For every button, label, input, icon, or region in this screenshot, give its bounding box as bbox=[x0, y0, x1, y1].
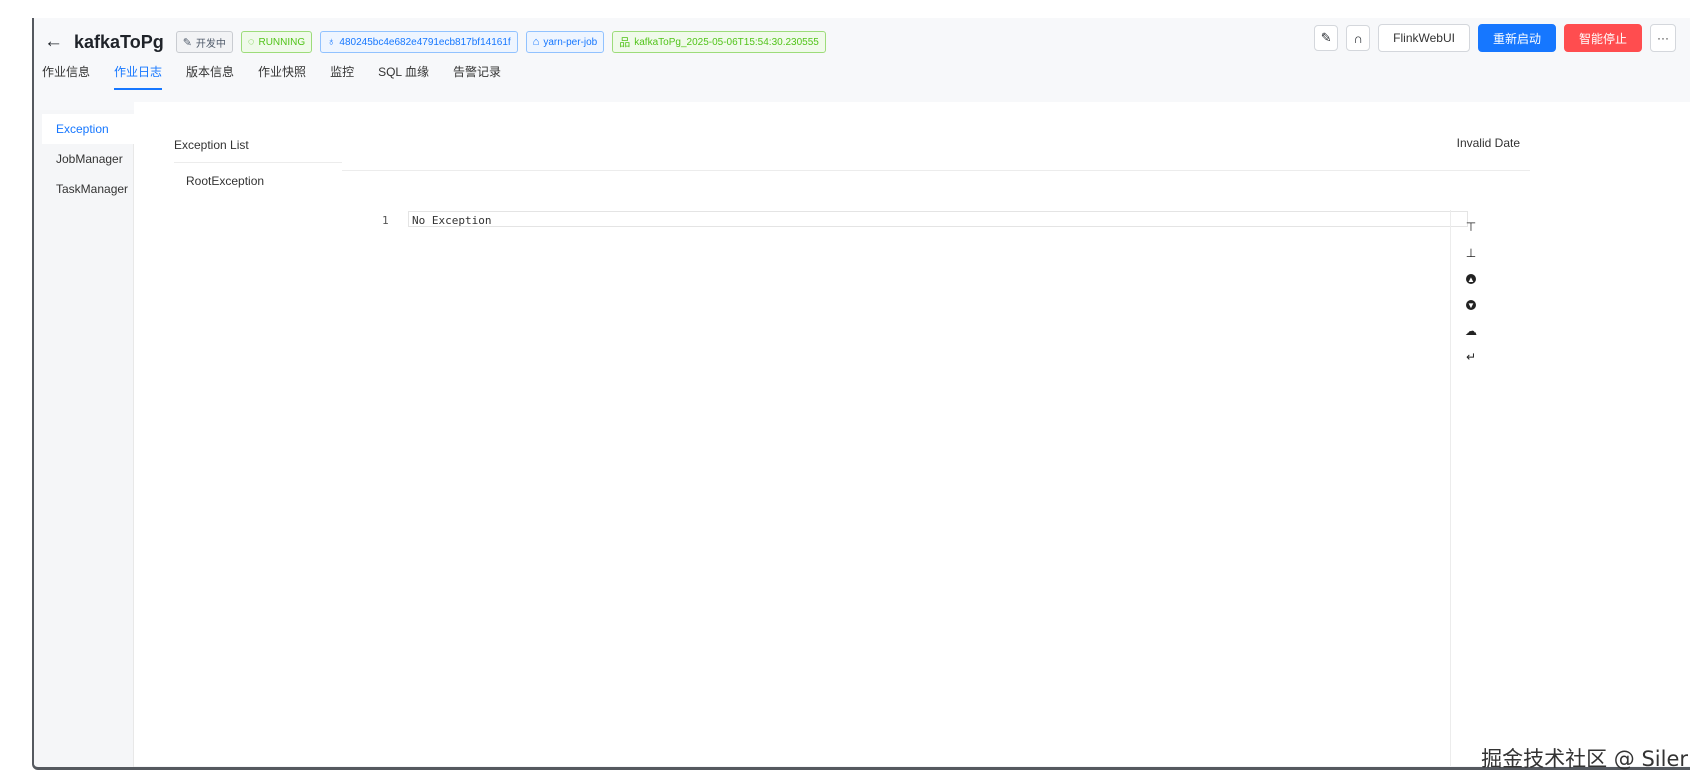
job-id-tag[interactable]: ♁ 480245bc4e682e4791ecb817bf14161f bbox=[320, 31, 518, 53]
toolbar-divider bbox=[1450, 210, 1451, 766]
exception-list-title: Exception List bbox=[174, 138, 249, 152]
cluster-icon: ⌂ bbox=[532, 36, 540, 48]
job-id-label: 480245bc4e682e4791ecb817bf14161f bbox=[339, 36, 511, 48]
watermark: 掘金技术社区 @ Siler bbox=[1481, 747, 1688, 771]
running-status-label: RUNNING bbox=[258, 36, 306, 48]
current-line-highlight bbox=[408, 211, 1468, 227]
exception-panel: Exception List RootException Invalid Dat… bbox=[134, 102, 1690, 766]
back-arrow-icon[interactable]: ← bbox=[44, 31, 66, 53]
refresh-button[interactable]: ∩ bbox=[1346, 25, 1371, 51]
wrap-icon[interactable]: ↵ bbox=[1459, 344, 1483, 370]
tab-monitor[interactable]: 监控 bbox=[330, 62, 354, 90]
dev-status-label: 开发中 bbox=[195, 38, 226, 50]
cloud-download-icon[interactable]: ☁ bbox=[1459, 318, 1483, 344]
scroll-bottom-icon[interactable]: ⊥ bbox=[1459, 240, 1483, 266]
more-button[interactable]: ··· bbox=[1650, 24, 1676, 52]
scroll-top-icon[interactable]: ⊤ bbox=[1459, 214, 1483, 240]
side-tab-exception[interactable]: Exception bbox=[42, 114, 134, 144]
exception-list-item[interactable]: RootException bbox=[186, 174, 264, 188]
editor-toolbar: ⊤ ⊥ ▲ ▼ ☁ ↵ bbox=[1454, 214, 1488, 370]
edit-button[interactable]: ✎ bbox=[1314, 25, 1339, 51]
smart-stop-button[interactable]: 智能停止 bbox=[1563, 24, 1642, 52]
dev-status-tag: ✎ 开发中 bbox=[175, 31, 233, 53]
flink-web-ui-button[interactable]: FlinkWebUI bbox=[1378, 24, 1470, 52]
restart-button[interactable]: 重新启动 bbox=[1477, 24, 1556, 52]
job-header: ← kafkaToPg ✎ 开发中 ◌ RUNNING ♁ 480245bc4e682… bbox=[34, 18, 1690, 110]
divider bbox=[342, 170, 1530, 171]
log-side-tabs: Exception JobManager TaskManager bbox=[42, 114, 134, 767]
reload-icon: ∩ bbox=[1353, 30, 1363, 46]
log-card: Exception JobManager TaskManager Excepti… bbox=[34, 102, 1690, 767]
tab-alert-records[interactable]: 告警记录 bbox=[453, 62, 501, 90]
tab-sql-lineage[interactable]: SQL 血缘 bbox=[378, 62, 429, 90]
line-number: 1 bbox=[382, 213, 389, 227]
log-editor[interactable]: 1 No Exception bbox=[342, 172, 1508, 692]
deploy-mode-tag: ⌂ yarn-per-job bbox=[525, 31, 605, 53]
divider bbox=[174, 162, 342, 163]
side-tab-taskmanager[interactable]: TaskManager bbox=[42, 174, 133, 204]
title-row: ← kafkaToPg ✎ 开发中 ◌ RUNNING ♁ 480245bc4e682… bbox=[44, 28, 834, 56]
job-tabs: 作业信息 作业日志 版本信息 作业快照 监控 SQL 血缘 告警记录 bbox=[42, 62, 525, 90]
instance-label: kafkaToPg_2025-05-06T15:54:30.230555 bbox=[634, 36, 819, 48]
app-frame: ← kafkaToPg ✎ 开发中 ◌ RUNNING ♁ 480245bc4e682… bbox=[32, 18, 1690, 770]
arrow-down-circle-icon[interactable]: ▼ bbox=[1459, 292, 1483, 318]
editor-line: 1 No Exception bbox=[382, 212, 491, 228]
running-status-tag: ◌ RUNNING bbox=[240, 31, 313, 53]
tree-icon: 品 bbox=[619, 37, 631, 49]
side-tab-jobmanager[interactable]: JobManager bbox=[42, 144, 133, 174]
tab-job-info[interactable]: 作业信息 bbox=[42, 62, 90, 90]
edit-icon: ✎ bbox=[182, 36, 192, 49]
instance-tag: 品 kafkaToPg_2025-05-06T15:54:30.230555 bbox=[612, 31, 826, 53]
deploy-mode-label: yarn-per-job bbox=[543, 36, 598, 48]
pencil-icon: ✎ bbox=[1320, 30, 1332, 45]
tab-job-snapshot[interactable]: 作业快照 bbox=[258, 62, 306, 90]
tab-job-log[interactable]: 作业日志 bbox=[114, 62, 163, 90]
tab-version-info[interactable]: 版本信息 bbox=[186, 62, 234, 90]
arrow-up-circle-icon[interactable]: ▲ bbox=[1459, 266, 1483, 292]
sync-icon: ◌ bbox=[247, 36, 255, 48]
exception-date: Invalid Date bbox=[1456, 136, 1520, 150]
fire-icon: ♁ bbox=[327, 36, 336, 48]
header-actions: ✎ ∩ FlinkWebUI 重新启动 智能停止 ··· bbox=[1306, 24, 1676, 52]
line-text: No Exception bbox=[412, 213, 492, 227]
job-name: kafkaToPg bbox=[74, 31, 164, 52]
